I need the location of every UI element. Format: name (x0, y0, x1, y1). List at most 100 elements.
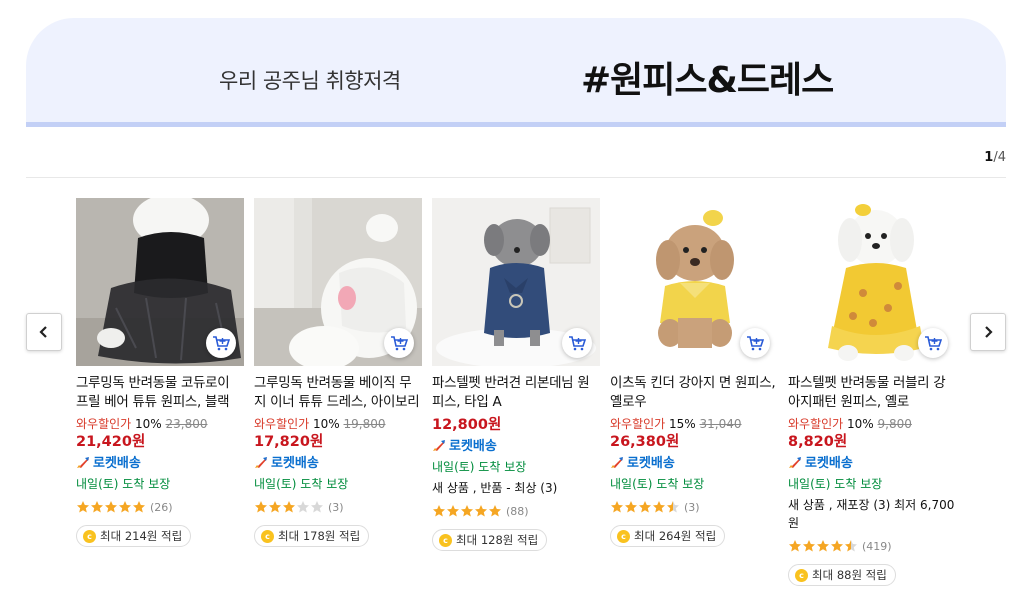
rating: (3) (610, 499, 778, 515)
add-to-cart-button[interactable] (562, 328, 592, 358)
coin-icon: c (617, 529, 630, 543)
product-card[interactable]: 이츠독 킨더 강아지 면 원피스, 옐로우 와우할인가 15% 31,040 2… (610, 198, 778, 547)
promo-banner: 우리 공주님 취향저격 #원피스&드레스 (26, 18, 1006, 127)
discount-row: 와우할인가 10% 19,800 (254, 416, 422, 433)
product-name[interactable]: 그루밍독 반려동물 베이직 무지 이너 튜튜 드레스, 아이보리 (254, 374, 422, 412)
discount-rate: 10% (843, 417, 878, 431)
wow-discount-label: 와우할인가 (610, 417, 666, 431)
reward-label: 최대 128원 적립 (456, 533, 539, 547)
star-icon (297, 501, 309, 513)
add-to-cart-button[interactable] (918, 328, 948, 358)
product-card[interactable]: 파스텔펫 반려동물 러블리 강아지패턴 원피스, 옐로 와우할인가 10% 9,… (788, 198, 956, 586)
chevron-left-icon (39, 326, 47, 338)
reward-badge: c 최대 178원 적립 (254, 525, 370, 547)
star-icon (653, 501, 665, 513)
reward-label: 최대 178원 적립 (278, 529, 361, 543)
coin-icon: c (795, 568, 808, 582)
reward-badge: c 최대 214원 적립 (76, 525, 192, 547)
add-to-cart-button[interactable] (740, 328, 770, 358)
star-icon (817, 540, 829, 552)
carousel-prev-button[interactable] (26, 313, 62, 351)
star-rating (610, 500, 680, 514)
star-icon (269, 501, 281, 513)
rocket-delivery-badge: 로켓배송 (432, 437, 600, 456)
rocket-delivery-badge: 로켓배송 (610, 454, 778, 473)
coin-icon: c (439, 533, 452, 547)
sale-price: 17,820원 (254, 434, 324, 450)
carousel-next-button[interactable] (970, 313, 1006, 351)
product-image[interactable] (610, 198, 778, 366)
add-to-cart-button[interactable] (384, 328, 414, 358)
rocket-delivery-badge: 로켓배송 (788, 454, 956, 473)
wow-discount-label: 와우할인가 (254, 417, 310, 431)
product-name[interactable]: 파스텔펫 반려견 리본데님 원피스, 타입 A (432, 374, 600, 412)
rating: (88) (432, 503, 600, 519)
rocket-delivery-badge: 로켓배송 (254, 454, 422, 473)
product-card[interactable]: 그루밍독 반려동물 코듀로이 프릴 베어 튜튜 원피스, 블랙 와우할인가 10… (76, 198, 244, 547)
star-icon (831, 540, 843, 552)
star-icon (77, 501, 89, 513)
product-card[interactable]: 그루밍독 반려동물 베이직 무지 이너 튜튜 드레스, 아이보리 와우할인가 1… (254, 198, 422, 547)
star-icon (475, 505, 487, 517)
star-icon (489, 505, 501, 517)
review-count: (88) (506, 504, 529, 518)
divider (26, 177, 1006, 178)
product-card[interactable]: 파스텔펫 반려견 리본데님 원피스, 타입 A 12,800원 로켓배송 내일(… (432, 198, 600, 551)
other-offers[interactable]: 새 상품 , 재포장 (3) 최저 6,700 원 (788, 496, 956, 532)
rocket-icon (433, 440, 445, 451)
add-to-cart-icon (391, 336, 408, 351)
reward-badge: c 최대 88원 적립 (788, 564, 896, 586)
sale-price: 12,800원 (432, 417, 502, 433)
star-icon (119, 501, 131, 513)
rocket-icon (255, 457, 267, 468)
star-icon (433, 505, 445, 517)
arrival-guarantee: 내일(토) 도착 보장 (76, 477, 171, 491)
add-to-cart-button[interactable] (206, 328, 236, 358)
original-price: 9,800 (877, 417, 912, 431)
star-icon (91, 501, 103, 513)
reward-label: 최대 264원 적립 (634, 529, 717, 543)
rocket-icon (789, 457, 801, 468)
review-count: (3) (328, 500, 344, 514)
original-price: 23,800 (165, 417, 208, 431)
product-name[interactable]: 파스텔펫 반려동물 러블리 강아지패턴 원피스, 옐로 (788, 374, 956, 412)
wow-discount-label: 와우할인가 (76, 417, 132, 431)
discount-row: 와우할인가 15% 31,040 (610, 416, 778, 433)
other-offers[interactable]: 새 상품 , 반품 - 최상 (3) (432, 479, 600, 497)
rating: (419) (788, 538, 956, 554)
arrival-guarantee: 내일(토) 도착 보장 (254, 477, 349, 491)
product-name[interactable]: 이츠독 킨더 강아지 면 원피스, 옐로우 (610, 374, 778, 412)
original-price: 19,800 (343, 417, 386, 431)
sale-price: 8,820원 (788, 434, 848, 450)
star-icon (133, 501, 145, 513)
product-image[interactable] (432, 198, 600, 366)
review-count: (26) (150, 500, 173, 514)
page-indicator: 1/4 (984, 150, 1006, 165)
banner-title: #원피스&드레스 (581, 60, 834, 101)
star-icon (845, 540, 857, 552)
reward-badge: c 최대 264원 적립 (610, 525, 726, 547)
star-icon (461, 505, 473, 517)
rocket-delivery-badge: 로켓배송 (76, 454, 244, 473)
discount-row: 와우할인가 10% 23,800 (76, 416, 244, 433)
discount-rate: 10% (131, 417, 166, 431)
product-image[interactable] (788, 198, 956, 366)
review-count: (419) (862, 539, 892, 553)
discount-rate: 15% (665, 417, 700, 431)
star-icon (283, 501, 295, 513)
star-icon (667, 501, 679, 513)
arrival-guarantee: 내일(토) 도착 보장 (788, 477, 883, 491)
add-to-cart-icon (569, 336, 586, 351)
rocket-icon (611, 457, 623, 468)
product-image[interactable] (76, 198, 244, 366)
product-name[interactable]: 그루밍독 반려동물 코듀로이 프릴 베어 튜튜 원피스, 블랙 (76, 374, 244, 412)
review-count: (3) (684, 500, 700, 514)
page-total: /4 (993, 150, 1006, 165)
reward-label: 최대 214원 적립 (100, 529, 183, 543)
original-price: 31,040 (699, 417, 742, 431)
product-image[interactable] (254, 198, 422, 366)
rocket-label: 로켓배송 (627, 456, 675, 471)
star-icon (611, 501, 623, 513)
sale-price: 21,420원 (76, 434, 146, 450)
rocket-label: 로켓배송 (93, 456, 141, 471)
